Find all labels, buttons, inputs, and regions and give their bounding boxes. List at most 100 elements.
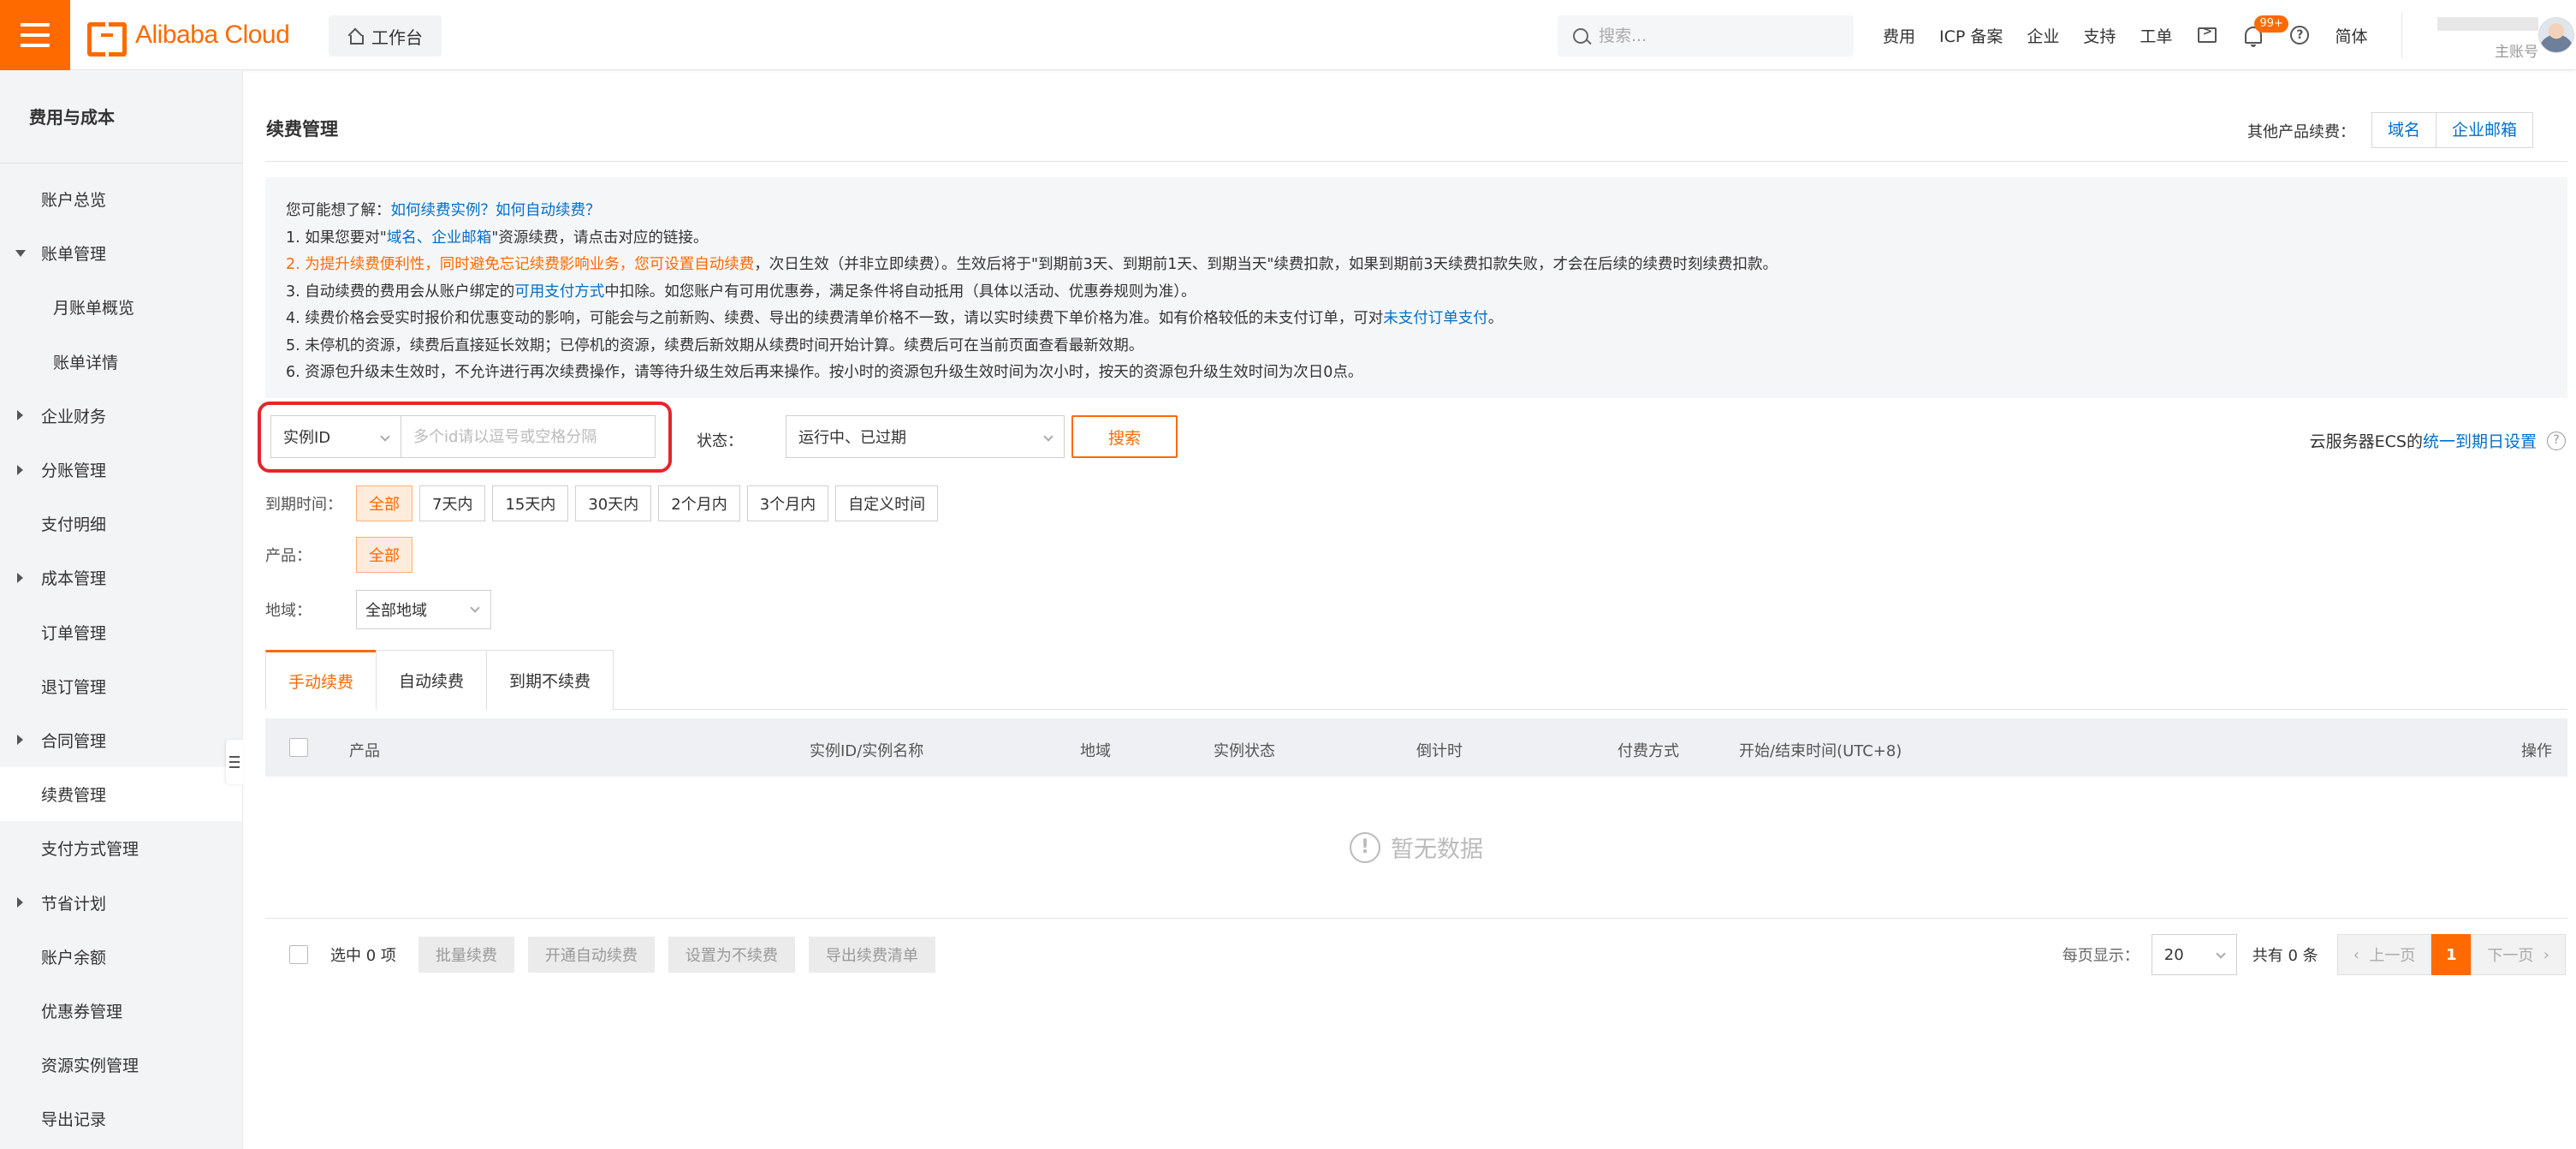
sidebar-item-resource-instances[interactable]: 资源实例管理 (0, 1038, 242, 1092)
product-label: 产品： (265, 547, 312, 565)
expire-option-15d[interactable]: 15天内 (492, 485, 569, 521)
expire-option-all[interactable]: 全部 (356, 485, 413, 521)
notice-line-1: 1. 如果您要对"域名、企业邮箱"资源续费，请点击对应的链接。 (286, 229, 709, 247)
language-switch[interactable]: 简体 (2323, 24, 2379, 47)
sidebar-item-payment-details[interactable]: 支付明细 (0, 497, 242, 551)
batch-renew-button[interactable]: 批量续费 (418, 937, 514, 973)
region-select[interactable]: 全部地域 (356, 590, 491, 629)
search-button[interactable]: 搜索 (1071, 415, 1178, 458)
sidebar-item-bill-details[interactable]: 账单详情 (0, 335, 242, 389)
top-link-ticket[interactable]: 工单 (2128, 24, 2184, 47)
alibaba-logo-icon (87, 22, 127, 57)
sidebar-item-split-billing[interactable]: 分账管理 (0, 443, 242, 497)
column-instance-id: 实例ID/实例名称 (810, 742, 924, 760)
chevron-down-icon (470, 603, 480, 613)
sidebar-collapse-handle[interactable] (226, 740, 243, 784)
expire-option-custom[interactable]: 自定义时间 (835, 485, 939, 521)
set-no-renew-button[interactable]: 设置为不续费 (668, 937, 795, 973)
global-search-input[interactable] (1599, 27, 1838, 45)
top-bar: Alibaba Cloud 工作台 费用 ICP 备案 企业 支持 工单 99+… (0, 0, 2576, 70)
unpaid-orders-link[interactable]: 未支付订单支付 (1383, 310, 1488, 327)
payment-method-link[interactable]: 可用支付方式 (514, 283, 604, 301)
product-filter: 产品： 全部 (265, 537, 419, 573)
terminal-icon (2198, 25, 2217, 43)
next-page-button[interactable]: 下一页 › (2471, 934, 2566, 975)
bottom-select-all-checkbox[interactable] (289, 945, 308, 964)
hamburger-menu-button[interactable] (0, 0, 70, 70)
other-renew-label: 其他产品续费： (2247, 123, 2355, 141)
main-content: 续费管理 其他产品续费： 域名 企业邮箱 您可能想了解：如何续费实例？如何自动续… (258, 71, 2576, 1149)
renew-domain-button[interactable]: 域名 (2371, 112, 2437, 148)
sidebar-item-coupons[interactable]: 优惠券管理 (0, 984, 242, 1038)
sidebar-item-contracts[interactable]: 合同管理 (0, 713, 242, 767)
sidebar-item-refunds[interactable]: 退订管理 (0, 659, 242, 713)
current-page[interactable]: 1 (2431, 934, 2472, 975)
notice-line-6: 6. 资源包升级未生效时，不允许进行再次续费操作，请等待升级生效后再来操作。按小… (286, 364, 1363, 381)
expire-option-3m[interactable]: 3个月内 (746, 485, 829, 521)
bottom-action-bar: 选中 0 项 批量续费 开通自动续费 设置为不续费 导出续费清单 每页显示： 2… (265, 932, 2567, 977)
help-icon: ? (2290, 26, 2310, 45)
empty-text: 暂无数据 (1391, 836, 1483, 863)
region-label: 地域： (265, 602, 312, 620)
prev-page-button[interactable]: ‹ 上一页 (2336, 934, 2432, 975)
sidebar-item-payment-methods[interactable]: 支付方式管理 (0, 821, 242, 875)
top-link-enterprise[interactable]: 企业 (2015, 24, 2071, 47)
product-option-all[interactable]: 全部 (356, 537, 413, 573)
column-countdown: 倒计时 (1416, 742, 1463, 760)
notice-line-3: 3. 自动续费的费用会从账户绑定的可用支付方式中扣除。如您账户有可用优惠券，满足… (286, 283, 1196, 301)
export-renewal-list-button[interactable]: 导出续费清单 (808, 937, 935, 973)
question-icon[interactable]: ? (2547, 431, 2566, 450)
expire-option-2m[interactable]: 2个月内 (658, 485, 740, 521)
brand-name: Alibaba Cloud (135, 21, 290, 49)
expire-option-30d[interactable]: 30天内 (575, 485, 652, 521)
expire-time-filter: 到期时间： 全部 7天内 15天内 30天内 2个月内 3个月内 自定义时间 (265, 485, 945, 521)
region-filter: 地域： 全部地域 (265, 590, 491, 629)
search-icon (1573, 28, 1588, 44)
unified-expiry-link[interactable]: 统一到期日设置 (2423, 432, 2537, 451)
sidebar-item-account-overview[interactable]: 账户总览 (0, 172, 242, 226)
notice-line-5: 5. 未停机的资源，续费后直接延长效期；已停机的资源，续费后新效期从续费时间开始… (286, 336, 1144, 354)
sidebar-item-savings-plan[interactable]: 节省计划 (0, 875, 242, 929)
notifications-button[interactable]: 99+ (2230, 0, 2288, 70)
tab-manual-renewal[interactable]: 手动续费 (265, 650, 377, 710)
page-header: 续费管理 其他产品续费： 域名 企业邮箱 (265, 71, 2567, 162)
global-search[interactable] (1558, 15, 1854, 57)
sidebar-item-export-records[interactable]: 导出记录 (0, 1092, 242, 1146)
caret-right-icon (17, 572, 23, 583)
caret-right-icon (17, 410, 23, 421)
status-select[interactable]: 运行中、已过期 (786, 415, 1065, 458)
avatar[interactable] (2538, 17, 2574, 53)
sidebar-item-monthly-bill[interactable]: 月账单概览 (0, 280, 242, 334)
cloud-shell-button[interactable] (2184, 0, 2230, 70)
sidebar-item-enterprise-finance[interactable]: 企业财务 (0, 389, 242, 443)
column-product: 产品 (349, 742, 380, 760)
tab-no-renewal[interactable]: 到期不续费 (486, 650, 614, 710)
instance-id-input[interactable] (401, 415, 656, 458)
alibaba-cloud-logo[interactable]: Alibaba Cloud (87, 17, 290, 57)
expire-option-7d[interactable]: 7天内 (419, 485, 486, 521)
workbench-label: 工作台 (371, 27, 423, 48)
id-type-select[interactable]: 实例ID (270, 415, 401, 458)
select-all-checkbox[interactable] (289, 738, 308, 757)
domain-email-link[interactable]: 域名、企业邮箱 (387, 229, 492, 247)
help-links[interactable]: 如何续费实例？如何自动续费？ (391, 202, 601, 219)
enable-auto-renew-button[interactable]: 开通自动续费 (527, 937, 655, 973)
sidebar-item-orders[interactable]: 订单管理 (0, 605, 242, 659)
chevron-down-icon (1043, 432, 1054, 442)
column-billing-method: 付费方式 (1617, 742, 1679, 760)
tab-auto-renewal[interactable]: 自动续费 (376, 650, 488, 710)
sidebar-item-renewal[interactable]: 续费管理 (0, 767, 242, 822)
top-link-support[interactable]: 支持 (2071, 24, 2128, 47)
sidebar-item-cost-management[interactable]: 成本管理 (0, 551, 242, 604)
status-label: 状态： (697, 432, 743, 450)
renew-email-button[interactable]: 企业邮箱 (2436, 112, 2533, 148)
help-button[interactable]: ? (2276, 0, 2323, 70)
top-link-fees[interactable]: 费用 (1871, 24, 1927, 47)
page-size-select[interactable]: 20 (2151, 934, 2237, 975)
sidebar-item-bill-management[interactable]: 账单管理 (0, 226, 242, 280)
top-link-icp[interactable]: ICP 备案 (1927, 24, 2015, 47)
account-menu[interactable]: 主账号 (2419, 12, 2538, 61)
workbench-button[interactable]: 工作台 (329, 15, 442, 57)
expire-label: 到期时间： (265, 496, 342, 514)
sidebar-item-balance[interactable]: 账户余额 (0, 930, 242, 984)
